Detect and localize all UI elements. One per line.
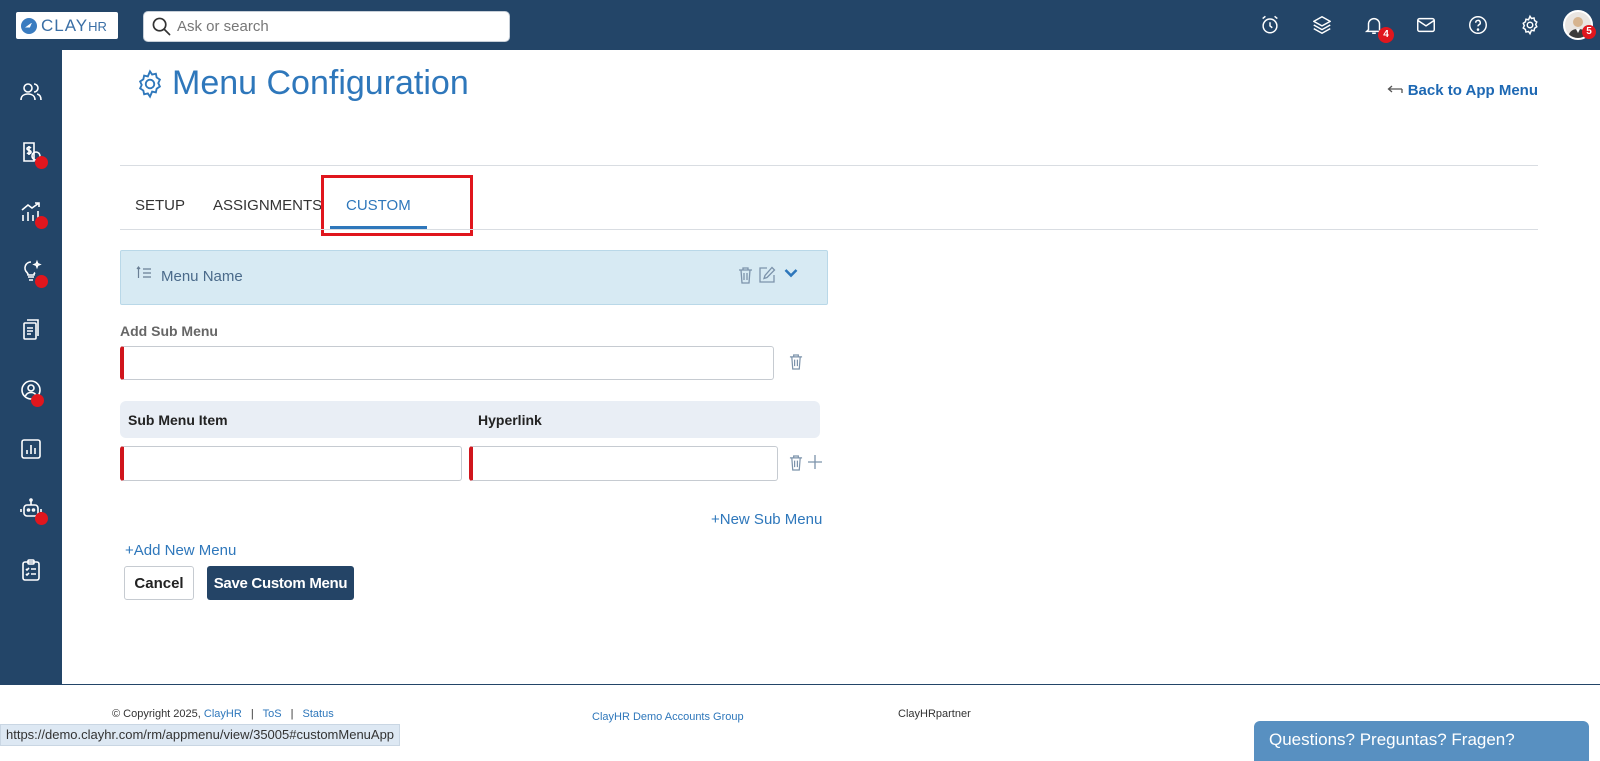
sidebar-item-tasks[interactable] — [0, 548, 62, 592]
sidebar-item-people[interactable] — [0, 70, 62, 114]
sidebar-alert-dot — [35, 216, 48, 229]
column-hyperlink: Hyperlink — [478, 412, 542, 428]
top-icons: 4 5 — [1244, 0, 1600, 50]
add-new-menu-link[interactable]: +Add New Menu — [125, 542, 236, 559]
copyright-text: © Copyright 2025, — [112, 708, 201, 720]
sidebar — [0, 50, 62, 761]
add-sub-menu-field — [120, 346, 774, 380]
sidebar-item-payroll[interactable] — [0, 130, 62, 174]
sub-menu-item-field — [120, 446, 462, 481]
sidebar-item-assistant[interactable] — [0, 487, 62, 531]
clipboard-icon — [22, 559, 40, 581]
tab-assignments[interactable]: ASSIGNMENTS — [213, 178, 322, 229]
notification-badge: 4 — [1378, 27, 1394, 43]
profile-menu[interactable]: 5 — [1556, 0, 1600, 50]
sidebar-alert-dot — [35, 512, 48, 525]
sidebar-alert-dot — [31, 394, 44, 407]
column-sub-menu-item: Sub Menu Item — [128, 412, 228, 428]
sidebar-alert-dot — [35, 275, 48, 288]
clayhr-logo[interactable]: CLAYHR — [16, 12, 118, 39]
tab-setup[interactable]: SETUP — [135, 178, 185, 229]
plus-icon[interactable] — [807, 454, 823, 470]
sub-menu-table-header: Sub Menu Item Hyperlink — [120, 401, 820, 438]
footer-separator: | — [250, 708, 254, 720]
cancel-button[interactable]: Cancel — [124, 566, 194, 600]
trash-icon[interactable] — [738, 266, 753, 284]
back-link-label: Back to App Menu — [1407, 82, 1538, 99]
status-bar-url: https://demo.clayhr.com/rm/appmenu/view/… — [0, 724, 401, 746]
hyperlink-field — [469, 446, 778, 481]
main-content: Menu Configuration Back to App Menu SETU… — [62, 50, 1600, 685]
chevron-down-icon[interactable] — [784, 268, 798, 278]
menu-panel: Menu Name — [120, 250, 828, 305]
gear-icon[interactable] — [1504, 0, 1556, 50]
sidebar-item-growth[interactable] — [0, 190, 62, 234]
tab-highlight-box — [321, 175, 473, 236]
footer-partner-text: ClayHRpartner — [898, 708, 971, 720]
layers-icon[interactable] — [1296, 0, 1348, 50]
logo-suffix: HR — [88, 18, 107, 34]
footer-company-link[interactable]: ClayHR — [204, 708, 242, 720]
sort-list-icon[interactable] — [136, 266, 152, 280]
search-icon — [152, 17, 171, 36]
trash-icon[interactable] — [789, 353, 803, 370]
add-sub-menu-label: Add Sub Menu — [120, 323, 218, 339]
sidebar-item-documents[interactable] — [0, 308, 62, 352]
profile-badge: 5 — [1582, 25, 1596, 39]
sidebar-item-profile[interactable] — [0, 368, 62, 412]
help-chat-widget[interactable]: Questions? Preguntas? Fragen? — [1254, 721, 1589, 761]
footer-group-link[interactable]: ClayHR Demo Accounts Group — [592, 711, 744, 723]
page-header: Menu Configuration — [134, 64, 469, 103]
hyperlink-input[interactable] — [473, 447, 777, 480]
sub-menu-item-input[interactable] — [124, 447, 461, 480]
top-navbar: CLAYHR 4 5 — [0, 0, 1600, 50]
report-icon — [21, 439, 41, 459]
divider — [120, 229, 1538, 230]
documents-icon — [23, 319, 39, 340]
logo-icon — [21, 17, 37, 34]
sidebar-item-reports[interactable] — [0, 427, 62, 471]
footer-copyright: © Copyright 2025, ClayHR | ToS | Status — [112, 708, 334, 720]
save-custom-menu-button[interactable]: Save Custom Menu — [207, 566, 354, 600]
back-arrow-icon — [1387, 85, 1403, 93]
footer-separator: | — [290, 708, 294, 720]
search-input[interactable] — [177, 18, 487, 35]
trash-icon[interactable] — [789, 454, 803, 471]
footer-tos-link[interactable]: ToS — [263, 708, 282, 720]
search-box — [143, 11, 510, 42]
divider — [120, 165, 1538, 166]
edit-icon[interactable] — [758, 266, 776, 284]
bell-icon[interactable]: 4 — [1348, 0, 1400, 50]
help-icon[interactable] — [1452, 0, 1504, 50]
page-title: Menu Configuration — [172, 64, 469, 102]
mail-icon[interactable] — [1400, 0, 1452, 50]
menu-name-label: Menu Name — [161, 268, 243, 285]
back-to-app-menu-link[interactable]: Back to App Menu — [1386, 82, 1538, 99]
new-sub-menu-link[interactable]: +New Sub Menu — [711, 511, 822, 528]
sidebar-item-ideas[interactable] — [0, 249, 62, 293]
people-icon — [20, 83, 42, 101]
gear-icon — [138, 68, 162, 99]
logo-text: CLAY — [41, 15, 89, 35]
alarm-clock-icon[interactable] — [1244, 0, 1296, 50]
add-sub-menu-input[interactable] — [124, 347, 773, 379]
sidebar-alert-dot — [35, 156, 48, 169]
footer-status-link[interactable]: Status — [303, 708, 334, 720]
